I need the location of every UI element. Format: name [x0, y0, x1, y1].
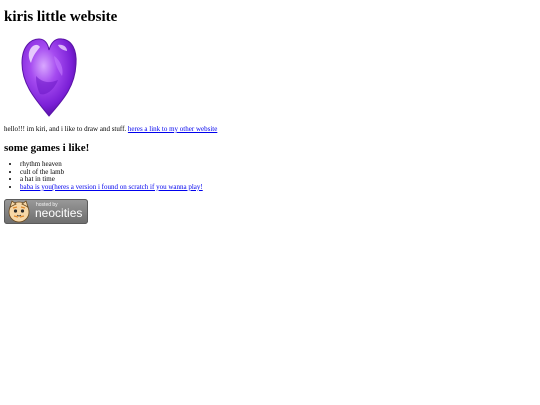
heart-image [18, 36, 80, 118]
heart-icon [21, 38, 77, 117]
games-heading: some games i like! [4, 142, 90, 154]
games-list: rhythm heaven cult of the lamb a hat in … [4, 160, 203, 192]
list-item: baba is you(heres a version i found on s… [20, 183, 203, 192]
other-website-link[interactable]: heres a link to my other website [128, 125, 217, 133]
baba-is-you-link[interactable]: baba is you(heres a version i found on s… [20, 183, 203, 191]
intro-text: hello!!! im kiri, and i like to draw and… [4, 125, 128, 133]
neocities-badge[interactable]: hosted by neocities [4, 199, 88, 224]
neocities-cat-icon [8, 200, 30, 223]
page-title: kiris little website [4, 9, 118, 25]
intro-paragraph: hello!!! im kiri, and i like to draw and… [4, 125, 217, 134]
badge-big-text: neocities [35, 206, 83, 220]
